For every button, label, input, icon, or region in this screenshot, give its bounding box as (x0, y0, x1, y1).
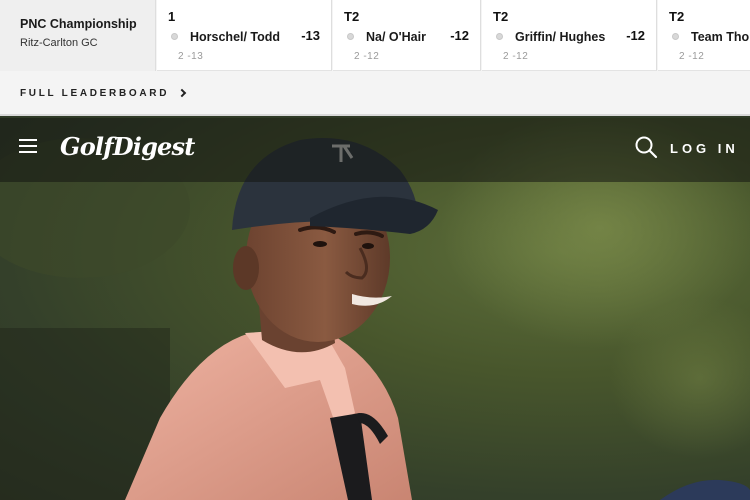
card-team: Team Thomas (691, 30, 750, 44)
chevron-right-icon (177, 88, 187, 98)
card-detail: 2 -12 (354, 51, 380, 62)
card-score: -12 (626, 28, 645, 43)
card-detail: 2 -12 (679, 51, 705, 62)
card-team: Na/ O'Hair (366, 30, 426, 44)
search-icon[interactable] (634, 135, 658, 159)
card-score: -12 (450, 28, 469, 43)
player-dot-icon (347, 33, 354, 40)
event-name: PNC Championship (20, 17, 137, 31)
player-dot-icon (496, 33, 503, 40)
full-leaderboard-link[interactable]: FULL LEADERBOARD (20, 86, 187, 100)
player-dot-icon (171, 33, 178, 40)
card-team: Griffin/ Hughes (515, 30, 606, 44)
player-dot-icon (672, 33, 679, 40)
leaderboard-ticker: PNC Championship Ritz-Carlton GC 1 Horsc… (0, 0, 750, 116)
leaderboard-card[interactable]: 1 Horschel/ Todd -13 2 -13 (157, 0, 332, 71)
top-nav: GolfDigest LOG IN (0, 118, 750, 182)
event-course: Ritz-Carlton GC (20, 37, 98, 49)
card-position: T2 (344, 9, 360, 24)
card-team: Horschel/ Todd (190, 30, 281, 44)
leaderboard-card[interactable]: T2 Griffin/ Hughes -12 2 -12 (482, 0, 657, 71)
card-detail: 2 -13 (178, 51, 204, 62)
card-position: T2 (493, 9, 509, 24)
login-button[interactable]: LOG IN (670, 141, 739, 156)
leaderboard-card[interactable]: T2 Team Thomas 2 -12 (658, 0, 750, 71)
card-detail: 2 -12 (503, 51, 529, 62)
hamburger-menu-icon[interactable] (19, 138, 37, 154)
card-position: T2 (669, 9, 685, 24)
card-score: -13 (301, 28, 320, 43)
event-info[interactable]: PNC Championship Ritz-Carlton GC (0, 0, 156, 71)
leaderboard-card[interactable]: T2 Na/ O'Hair -12 2 -12 (333, 0, 481, 71)
site-logo[interactable]: GolfDigest (60, 132, 195, 161)
full-leaderboard-label: FULL LEADERBOARD (20, 87, 170, 99)
card-position: 1 (168, 9, 176, 24)
